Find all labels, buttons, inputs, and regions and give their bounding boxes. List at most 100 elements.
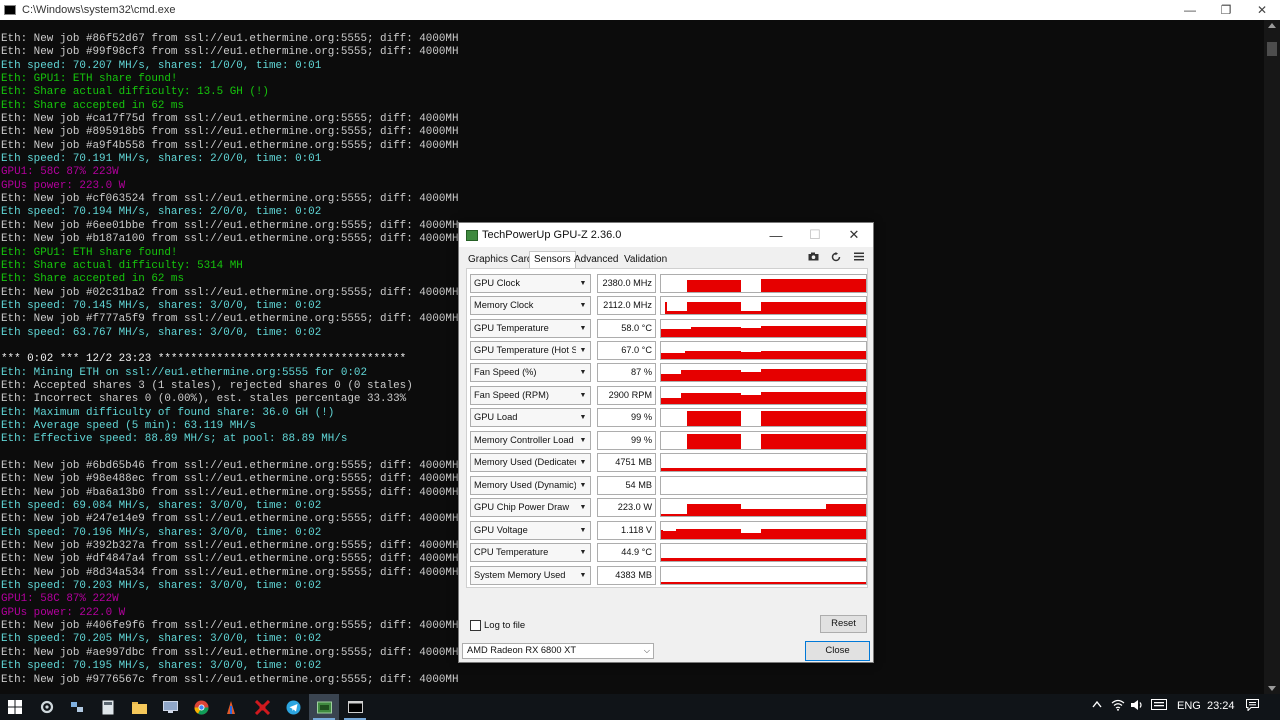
taskbar-chrome[interactable] — [186, 694, 216, 720]
taskbar-app-2[interactable] — [62, 694, 92, 720]
dropdown-arrow-icon[interactable]: ▼ — [576, 364, 590, 381]
chevron-up-icon[interactable] — [1092, 699, 1102, 711]
network-app-icon — [71, 702, 83, 712]
sensor-name-dropdown[interactable]: Memory Controller Load ▼ — [470, 431, 591, 450]
cmd-titlebar[interactable]: C:\Windows\system32\cmd.exe — ❐ ✕ — [0, 0, 1280, 20]
taskbar-telegram[interactable] — [278, 694, 308, 720]
chrome-icon — [193, 700, 209, 715]
graph-segment — [661, 329, 691, 337]
sensor-name-dropdown[interactable]: GPU Load ▼ — [470, 408, 591, 427]
sensor-value: 2900 RPM — [597, 386, 656, 405]
sensor-name-dropdown[interactable]: Fan Speed (RPM) ▼ — [470, 386, 591, 405]
sensor-name-dropdown[interactable]: GPU Chip Power Draw ▼ — [470, 498, 591, 517]
camera-icon[interactable] — [808, 252, 819, 264]
dropdown-arrow-icon[interactable]: ▼ — [576, 477, 590, 494]
graph-segment — [663, 531, 676, 539]
keyboard-icon[interactable] — [1151, 699, 1167, 713]
gpuz-close-icon[interactable]: ✕ — [835, 223, 873, 247]
scroll-thumb[interactable] — [1267, 42, 1277, 56]
sensor-name-dropdown[interactable]: Fan Speed (%) ▼ — [470, 363, 591, 382]
dropdown-arrow-icon[interactable]: ▼ — [576, 297, 590, 314]
console-line: Eth: New job #9776567c from ssl://eu1.et… — [1, 673, 459, 686]
sensor-name-dropdown[interactable]: Memory Used (Dedicated) ▼ — [470, 453, 591, 472]
dropdown-arrow-icon[interactable]: ▼ — [576, 499, 590, 516]
gpuz-minimize-icon[interactable]: — — [757, 223, 795, 247]
scroll-up-icon[interactable] — [1268, 23, 1276, 28]
menu-icon[interactable] — [854, 252, 864, 264]
sensor-value: 99 % — [597, 431, 656, 450]
settings-icon — [40, 700, 54, 714]
graph-segment — [665, 302, 667, 314]
sensor-name-dropdown[interactable]: GPU Temperature (Hot Spot) ▼ — [470, 341, 591, 360]
taskbar-app-7[interactable] — [216, 694, 246, 720]
graph-segment — [687, 434, 741, 449]
dropdown-arrow-icon[interactable]: ▼ — [576, 432, 590, 449]
refresh-icon[interactable] — [831, 252, 841, 265]
graph-segment — [661, 530, 663, 539]
console-line: Eth: New job #a9f4b558 from ssl://eu1.et… — [1, 139, 459, 152]
dropdown-arrow-icon[interactable]: ▼ — [576, 387, 590, 404]
sensor-name-dropdown[interactable]: CPU Temperature ▼ — [470, 543, 591, 562]
reset-button[interactable]: Reset — [820, 615, 867, 633]
graph-segment — [741, 509, 826, 516]
graph-segment — [661, 374, 681, 381]
gpu-select[interactable]: AMD Radeon RX 6800 XT ⌵ — [462, 643, 654, 659]
tab-validation[interactable]: Validation — [624, 254, 667, 265]
taskbar-gpuz[interactable] — [309, 694, 339, 720]
sensor-name-dropdown[interactable]: GPU Voltage ▼ — [470, 521, 591, 540]
graph-segment — [687, 411, 741, 426]
taskbar-app-1[interactable] — [32, 694, 62, 720]
tab-advanced[interactable]: Advanced — [574, 254, 618, 265]
sensor-name: Fan Speed (RPM) — [474, 390, 549, 400]
sensor-name: Memory Used (Dynamic) — [474, 480, 577, 490]
sensor-name: Memory Controller Load — [474, 435, 574, 445]
dropdown-arrow-icon[interactable]: ▼ — [576, 275, 590, 292]
graph-segment — [691, 327, 741, 337]
sensor-value: 58.0 °C — [597, 319, 656, 338]
start-button[interactable] — [0, 694, 30, 720]
graph-segment — [661, 398, 681, 404]
dropdown-arrow-icon[interactable]: ▼ — [576, 544, 590, 561]
log-to-file-checkbox[interactable] — [470, 620, 481, 631]
network-icon[interactable] — [1111, 699, 1125, 714]
dropdown-arrow-icon[interactable]: ▼ — [576, 522, 590, 539]
notifications-icon[interactable] — [1246, 699, 1259, 714]
console-scrollbar[interactable] — [1264, 20, 1280, 694]
dropdown-arrow-icon[interactable]: ▼ — [576, 409, 590, 426]
graph-segment — [661, 468, 866, 471]
tab-graphics-card[interactable]: Graphics Card — [468, 254, 532, 265]
sensor-name-dropdown[interactable]: Memory Clock ▼ — [470, 296, 591, 315]
gpuz-titlebar[interactable]: TechPowerUp GPU-Z 2.36.0 — ☐ ✕ — [459, 223, 873, 247]
sensor-name-dropdown[interactable]: GPU Temperature ▼ — [470, 319, 591, 338]
console-line: Eth: GPU1: ETH share found! — [1, 73, 178, 86]
tab-sensors[interactable]: Sensors — [529, 251, 576, 269]
sensor-graph — [660, 408, 867, 427]
volume-icon[interactable] — [1130, 699, 1144, 714]
dropdown-arrow-icon[interactable]: ▼ — [576, 320, 590, 337]
close-button[interactable]: Close — [805, 641, 870, 661]
sensor-name-dropdown[interactable]: GPU Clock ▼ — [470, 274, 591, 293]
taskbar-app-8[interactable] — [247, 694, 277, 720]
console-line: GPU1: 58C 87% 223W — [1, 166, 119, 179]
close-icon[interactable]: ✕ — [1244, 0, 1280, 20]
dropdown-arrow-icon[interactable]: ▼ — [576, 454, 590, 471]
taskbar-app-3[interactable] — [93, 694, 123, 720]
taskbar-cmd[interactable] — [340, 694, 370, 720]
sensor-name-dropdown[interactable]: Memory Used (Dynamic) ▼ — [470, 476, 591, 495]
restore-icon[interactable]: ❐ — [1208, 0, 1244, 20]
taskbar-explorer[interactable] — [124, 694, 154, 720]
clock[interactable]: 23:24 — [1207, 700, 1235, 712]
sensor-value: 4383 MB — [597, 566, 656, 585]
language-indicator[interactable]: ENG — [1177, 700, 1201, 712]
graph-segment — [751, 311, 761, 314]
cmd-icon — [4, 5, 16, 15]
sensor-name: Memory Clock — [474, 300, 534, 310]
sensor-name-dropdown[interactable]: System Memory Used ▼ — [470, 566, 591, 585]
scroll-down-icon[interactable] — [1268, 686, 1276, 691]
dropdown-arrow-icon[interactable]: ▼ — [576, 567, 590, 584]
sensor-graph — [660, 453, 867, 472]
taskbar-app-5[interactable] — [155, 694, 185, 720]
dropdown-arrow-icon[interactable]: ▼ — [576, 342, 590, 359]
sensor-value: 223.0 W — [597, 498, 656, 517]
minimize-icon[interactable]: — — [1172, 0, 1208, 20]
